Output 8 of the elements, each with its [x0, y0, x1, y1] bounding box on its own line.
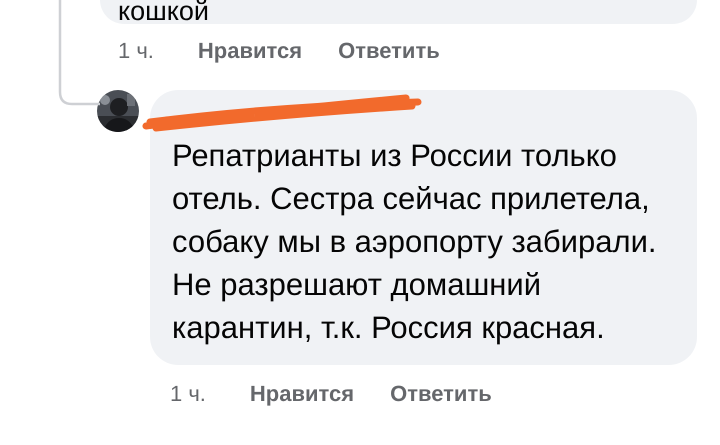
comment-link[interactable]: Ответить [338, 38, 440, 64]
comment-link[interactable]: Нравится [198, 38, 302, 64]
comment-time: 1 ч. [118, 38, 154, 64]
comment-text: Репатрианты из России только отель. Сестра сейчас прилетела, собаку мы в аэропорту забирали. Не разрешают домашний карантин, т.к. Россия красная. [172, 137, 658, 347]
comment-link[interactable]: Ответить [390, 381, 492, 407]
comment-link[interactable]: Нравится [250, 381, 354, 407]
comment-text: кошкой [118, 0, 210, 22]
comment-time: 1 ч. [170, 381, 206, 407]
